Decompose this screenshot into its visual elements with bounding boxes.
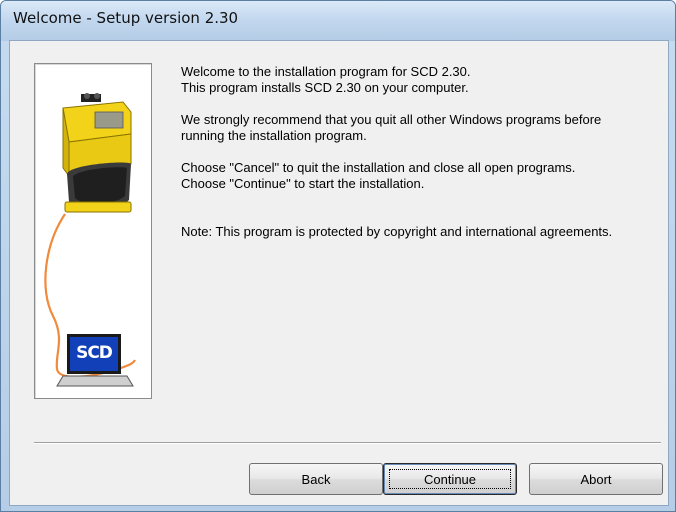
abort-button-label: Abort [580,471,612,487]
dialog-body: SCD Welcome to the installation program … [9,40,669,506]
focus-ring [389,469,511,489]
cancel-instruction: Choose "Cancel" to quit the installation… [181,160,576,175]
abort-button[interactable]: Abort [529,463,663,495]
back-button-label: Back [301,471,331,487]
window-title: Welcome - Setup version 2.30 [13,9,239,27]
welcome-message: Welcome to the installation program for … [181,64,661,240]
setup-window: Welcome - Setup version 2.30 SCD Welcome… [0,0,676,512]
welcome-line: Welcome to the installation program for … [181,64,471,79]
install-info-line: This program installs SCD 2.30 on your c… [181,80,469,95]
continue-instruction: Choose "Continue" to start the installat… [181,176,425,191]
recommendation-line-cont: running the installation program. [181,128,367,143]
continue-button[interactable]: Continue [383,463,517,495]
back-button[interactable]: Back [249,463,383,495]
copyright-note: Note: This program is protected by copyr… [181,224,613,239]
laser-scanner-device [62,93,132,213]
title-bar[interactable]: Welcome - Setup version 2.30 [1,1,675,41]
laptop-screen-label: SCD [76,343,113,363]
recommendation-line: We strongly recommend that you quit all … [181,112,602,127]
divider [34,442,661,444]
setup-illustration: SCD [34,63,152,399]
